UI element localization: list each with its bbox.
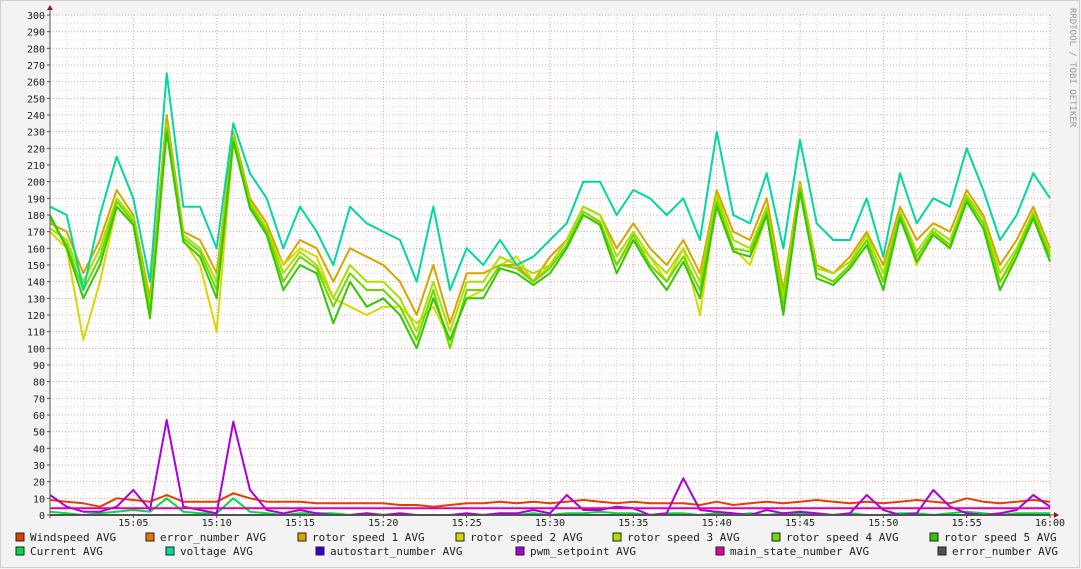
- legend-item: rotor speed 5 AVG: [929, 531, 1057, 544]
- legend-label: rotor speed 3 AVG: [627, 531, 740, 544]
- legend-swatch: [929, 532, 939, 542]
- y-tick-label: 290: [27, 28, 45, 39]
- x-tick-label: 15:15: [285, 518, 315, 529]
- y-tick-label: 20: [33, 478, 45, 489]
- legend-label: error_number AVG: [160, 531, 266, 544]
- legend-swatch: [297, 532, 307, 542]
- y-tick-label: 190: [27, 194, 45, 205]
- legend-label: autostart_number AVG: [330, 545, 462, 558]
- legend-swatch: [165, 546, 175, 556]
- legend-item: voltage AVG: [165, 545, 253, 558]
- legend-swatch: [15, 532, 25, 542]
- legend-swatch: [612, 532, 622, 542]
- y-tick-label: 200: [27, 178, 45, 189]
- y-tick-label: 100: [27, 344, 45, 355]
- x-tick-label: 15:10: [202, 518, 232, 529]
- legend-label: rotor speed 4 AVG: [786, 531, 899, 544]
- y-tick-label: 220: [27, 144, 45, 155]
- y-tick-label: 260: [27, 78, 45, 89]
- legend-swatch: [515, 546, 525, 556]
- y-tick-label: 70: [33, 394, 45, 405]
- y-tick-label: 0: [39, 511, 45, 522]
- y-tick-label: 250: [27, 94, 45, 105]
- x-tick-label: 16:00: [1035, 518, 1065, 529]
- legend-swatch: [455, 532, 465, 542]
- legend-label: rotor speed 1 AVG: [312, 531, 425, 544]
- legend-item: Windspeed AVG: [15, 531, 116, 544]
- legend-label: voltage AVG: [180, 545, 253, 558]
- x-tick-label: 15:20: [368, 518, 398, 529]
- legend-item: Current AVG: [15, 545, 103, 558]
- x-tick-label: 15:50: [868, 518, 898, 529]
- legend-label: main_state_number AVG: [730, 545, 869, 558]
- legend-item: pwm_setpoint AVG: [515, 545, 636, 558]
- legend-item: autostart_number AVG: [315, 545, 462, 558]
- legend-item: rotor speed 4 AVG: [771, 531, 899, 544]
- legend-swatch: [145, 532, 155, 542]
- legend-swatch: [715, 546, 725, 556]
- y-tick-label: 120: [27, 311, 45, 322]
- x-tick-label: 15:30: [535, 518, 565, 529]
- y-tick-label: 10: [33, 494, 45, 505]
- legend-swatch: [937, 546, 947, 556]
- x-tick-label: 15:45: [785, 518, 815, 529]
- y-tick-label: 90: [33, 361, 45, 372]
- y-tick-label: 270: [27, 61, 45, 72]
- legend-item: rotor speed 2 AVG: [455, 531, 583, 544]
- legend-label: rotor speed 2 AVG: [470, 531, 583, 544]
- x-tick-label: 15:35: [618, 518, 648, 529]
- legend-item: rotor speed 1 AVG: [297, 531, 425, 544]
- watermark: RRDTOOL / TOBI OETIKER: [1067, 8, 1077, 128]
- legend-swatch: [15, 546, 25, 556]
- legend-item: rotor speed 3 AVG: [612, 531, 740, 544]
- legend-item: error_number AVG: [937, 545, 1058, 558]
- y-tick-label: 210: [27, 161, 45, 172]
- y-tick-label: 280: [27, 44, 45, 55]
- legend-item: main_state_number AVG: [715, 545, 869, 558]
- legend-label: Current AVG: [30, 545, 103, 558]
- x-tick-label: 15:55: [952, 518, 982, 529]
- legend-swatch: [771, 532, 781, 542]
- y-tick-label: 170: [27, 228, 45, 239]
- y-tick-label: 30: [33, 461, 45, 472]
- y-tick-label: 40: [33, 444, 45, 455]
- legend-label: rotor speed 5 AVG: [944, 531, 1057, 544]
- x-tick-label: 15:25: [452, 518, 482, 529]
- y-tick-label: 240: [27, 111, 45, 122]
- rrd-chart: 0 10 20 30 40 50 60 70 80 90 100 110 120 130 140 150 160…: [0, 0, 1080, 568]
- y-tick-label: 80: [33, 378, 45, 389]
- legend-swatch: [315, 546, 325, 556]
- y-tick-label: 130: [27, 294, 45, 305]
- y-tick-label: 300: [27, 11, 45, 22]
- legend-label: Windspeed AVG: [30, 531, 116, 544]
- legend-label: error_number AVG: [952, 545, 1058, 558]
- x-tick-label: 15:40: [702, 518, 732, 529]
- y-tick-label: 160: [27, 244, 45, 255]
- y-tick-label: 140: [27, 278, 45, 289]
- legend-label: pwm_setpoint AVG: [530, 545, 636, 558]
- x-tick-label: 15:05: [118, 518, 148, 529]
- legend-item: error_number AVG: [145, 531, 266, 544]
- y-tick-label: 110: [27, 328, 45, 339]
- y-tick-label: 150: [27, 261, 45, 272]
- y-tick-label: 50: [33, 428, 45, 439]
- y-tick-label: 180: [27, 211, 45, 222]
- y-tick-label: 60: [33, 411, 45, 422]
- y-tick-label: 230: [27, 128, 45, 139]
